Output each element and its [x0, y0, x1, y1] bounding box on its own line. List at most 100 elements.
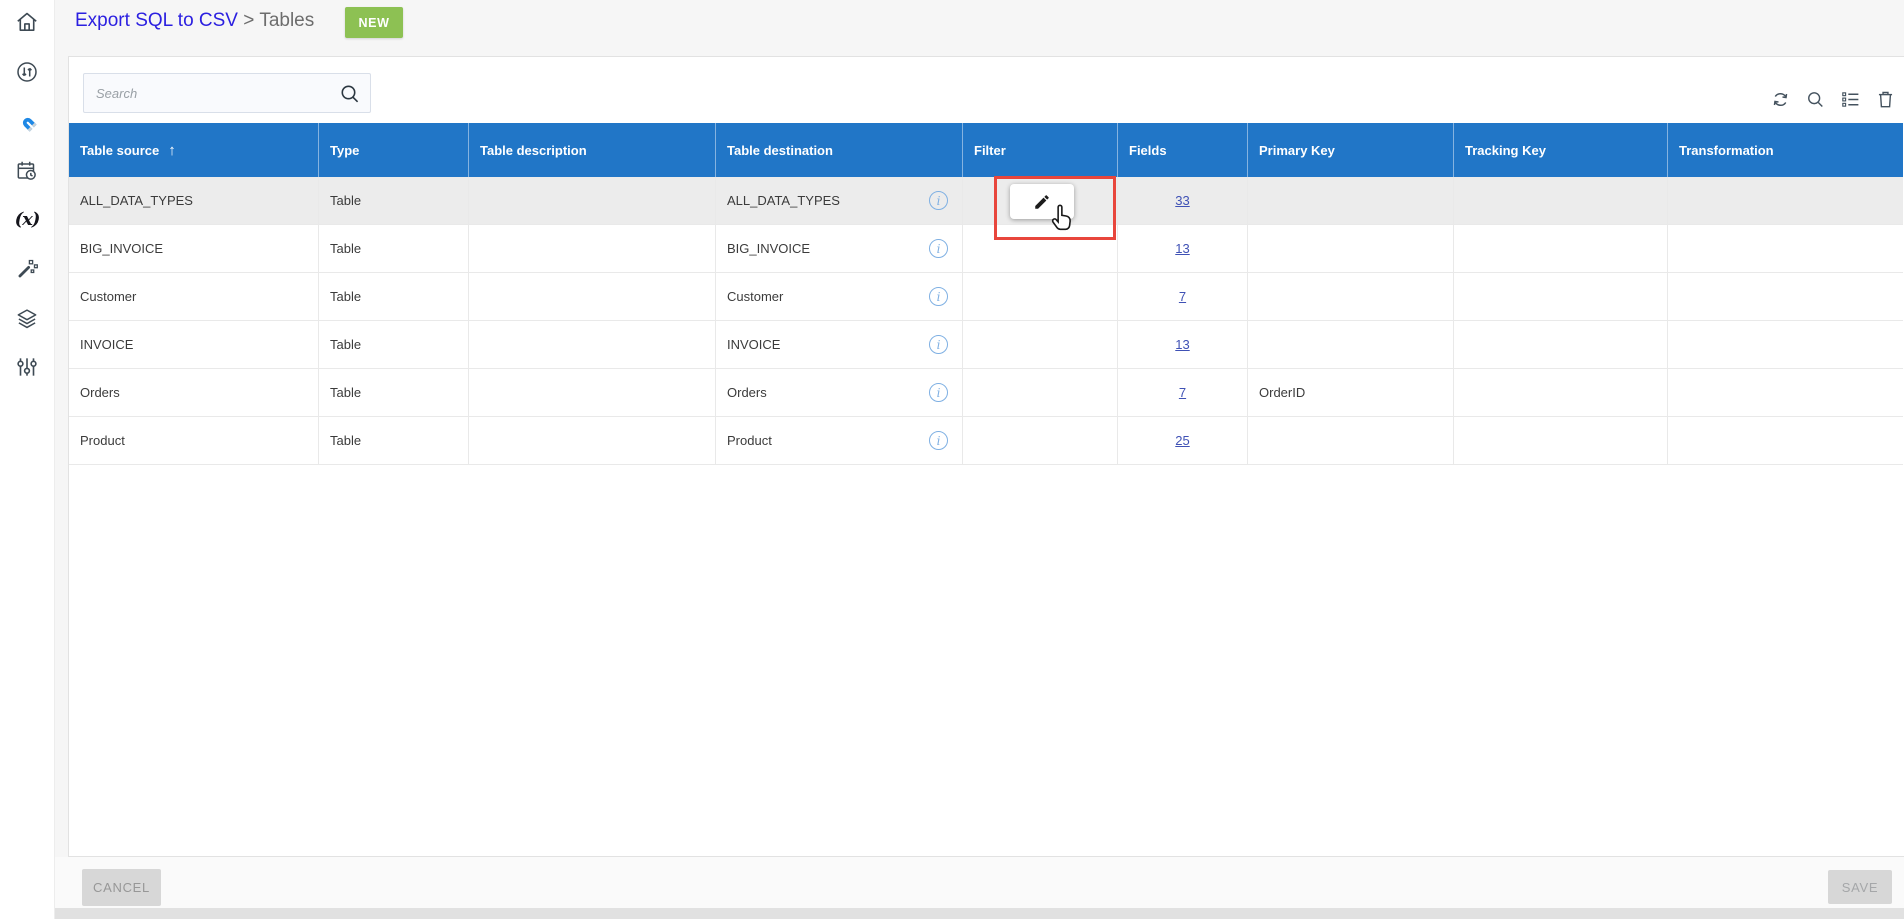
cell-description — [469, 369, 716, 416]
col-header-table-source[interactable]: Table source ↑ — [69, 123, 319, 177]
cell-description — [469, 321, 716, 368]
save-button[interactable]: SAVE — [1828, 870, 1892, 904]
cell-transformation — [1668, 225, 1903, 272]
cell-tracking-key — [1454, 225, 1668, 272]
sidebar-item-functions[interactable]: (x) — [13, 205, 41, 233]
col-header-type[interactable]: Type — [319, 123, 469, 177]
table-row[interactable]: Product Table Product i 25 — [69, 417, 1903, 465]
function-icon: (x) — [15, 209, 40, 230]
tables-table: Table source ↑ Type Table description Ta… — [69, 123, 1903, 465]
sidebar-item-settings[interactable] — [13, 353, 41, 381]
fields-count-link[interactable]: 25 — [1175, 433, 1189, 448]
tables-panel: Table source ↑ Type Table description Ta… — [68, 56, 1904, 857]
fields-count-link[interactable]: 13 — [1175, 337, 1189, 352]
sidebar-item-schedule[interactable] — [13, 157, 41, 185]
info-icon[interactable]: i — [929, 191, 948, 210]
cell-filter — [963, 417, 1118, 464]
schedule-icon — [14, 158, 40, 184]
tune-icon — [14, 354, 40, 380]
cell-transformation — [1668, 369, 1903, 416]
search-toggle-button[interactable] — [1804, 88, 1826, 110]
info-icon[interactable]: i — [929, 431, 948, 450]
new-button[interactable]: NEW — [345, 7, 403, 38]
table-row[interactable]: ALL_DATA_TYPES Table ALL_DATA_TYPES i 33 — [69, 177, 1903, 225]
breadcrumb-separator: > — [243, 10, 254, 31]
sidebar-item-sync[interactable] — [13, 58, 41, 86]
col-header-fields[interactable]: Fields — [1118, 123, 1248, 177]
info-icon[interactable]: i — [929, 287, 948, 306]
cell-type: Table — [319, 177, 469, 224]
cell-destination: INVOICE i — [716, 321, 963, 368]
breadcrumb-link-export[interactable]: Export SQL to CSV — [75, 10, 238, 31]
cell-source: Customer — [69, 273, 319, 320]
col-header-primary-key[interactable]: Primary Key — [1248, 123, 1454, 177]
cancel-button[interactable]: CANCEL — [82, 869, 161, 906]
cell-filter — [963, 321, 1118, 368]
cell-fields: 7 — [1118, 273, 1248, 320]
cell-primary-key: OrderID — [1248, 369, 1454, 416]
cell-primary-key — [1248, 225, 1454, 272]
top-bar: Export SQL to CSV > Tables NEW — [55, 0, 1904, 56]
table-row[interactable]: BIG_INVOICE Table BIG_INVOICE i 13 — [69, 225, 1903, 273]
cell-fields: 25 — [1118, 417, 1248, 464]
fields-count-link[interactable]: 13 — [1175, 241, 1189, 256]
cell-transformation — [1668, 321, 1903, 368]
cell-fields: 33 — [1118, 177, 1248, 224]
col-header-transformation[interactable]: Transformation — [1668, 123, 1903, 177]
search-icon[interactable] — [338, 82, 362, 106]
table-row[interactable]: Customer Table Customer i 7 — [69, 273, 1903, 321]
sidebar-item-layers[interactable] — [13, 305, 41, 333]
table-row[interactable]: INVOICE Table INVOICE i 13 — [69, 321, 1903, 369]
sidebar-item-wizard[interactable] — [13, 255, 41, 283]
cell-description — [469, 273, 716, 320]
cell-fields: 7 — [1118, 369, 1248, 416]
sync-icon — [14, 59, 40, 85]
fields-count-link[interactable]: 7 — [1179, 289, 1186, 304]
cell-filter — [963, 369, 1118, 416]
sort-asc-icon[interactable]: ↑ — [168, 142, 176, 159]
table-row[interactable]: Orders Table Orders i 7 OrderID — [69, 369, 1903, 417]
cell-primary-key — [1248, 417, 1454, 464]
cell-destination: Product i — [716, 417, 963, 464]
cell-tracking-key — [1454, 273, 1668, 320]
cell-tracking-key — [1454, 369, 1668, 416]
table-header-row: Table source ↑ Type Table description Ta… — [69, 123, 1903, 177]
column-list-button[interactable] — [1839, 88, 1861, 110]
table-toolbar — [1769, 88, 1896, 110]
col-header-table-destination[interactable]: Table destination — [716, 123, 963, 177]
refresh-button[interactable] — [1769, 88, 1791, 110]
col-header-table-description[interactable]: Table description — [469, 123, 716, 177]
info-icon[interactable]: i — [929, 239, 948, 258]
info-icon[interactable]: i — [929, 335, 948, 354]
cell-type: Table — [319, 225, 469, 272]
sidebar-item-connect-active[interactable] — [13, 108, 41, 136]
cell-primary-key — [1248, 321, 1454, 368]
search-box — [83, 73, 371, 113]
search-input[interactable] — [96, 74, 326, 112]
cell-destination: ALL_DATA_TYPES i — [716, 177, 963, 224]
cell-tracking-key — [1454, 417, 1668, 464]
col-header-filter[interactable]: Filter — [963, 123, 1118, 177]
footer-bar: CANCEL SAVE — [55, 857, 1904, 908]
cell-type: Table — [319, 369, 469, 416]
sidebar-item-home[interactable] — [13, 8, 41, 36]
cell-source: Product — [69, 417, 319, 464]
trash-icon — [1875, 89, 1896, 110]
info-icon[interactable]: i — [929, 383, 948, 402]
magnet-icon — [14, 109, 40, 135]
cell-destination: Orders i — [716, 369, 963, 416]
cell-type: Table — [319, 273, 469, 320]
refresh-icon — [1770, 89, 1791, 110]
cell-primary-key — [1248, 177, 1454, 224]
fields-count-link[interactable]: 33 — [1175, 193, 1189, 208]
layers-icon — [14, 306, 40, 332]
bottom-edge-strip — [55, 908, 1904, 919]
fields-count-link[interactable]: 7 — [1179, 385, 1186, 400]
delete-button[interactable] — [1874, 88, 1896, 110]
cell-transformation — [1668, 273, 1903, 320]
cell-source: BIG_INVOICE — [69, 225, 319, 272]
cell-type: Table — [319, 417, 469, 464]
breadcrumb: Export SQL to CSV > Tables — [75, 10, 314, 32]
col-header-tracking-key[interactable]: Tracking Key — [1454, 123, 1668, 177]
filter-edit-button[interactable] — [1010, 184, 1074, 219]
